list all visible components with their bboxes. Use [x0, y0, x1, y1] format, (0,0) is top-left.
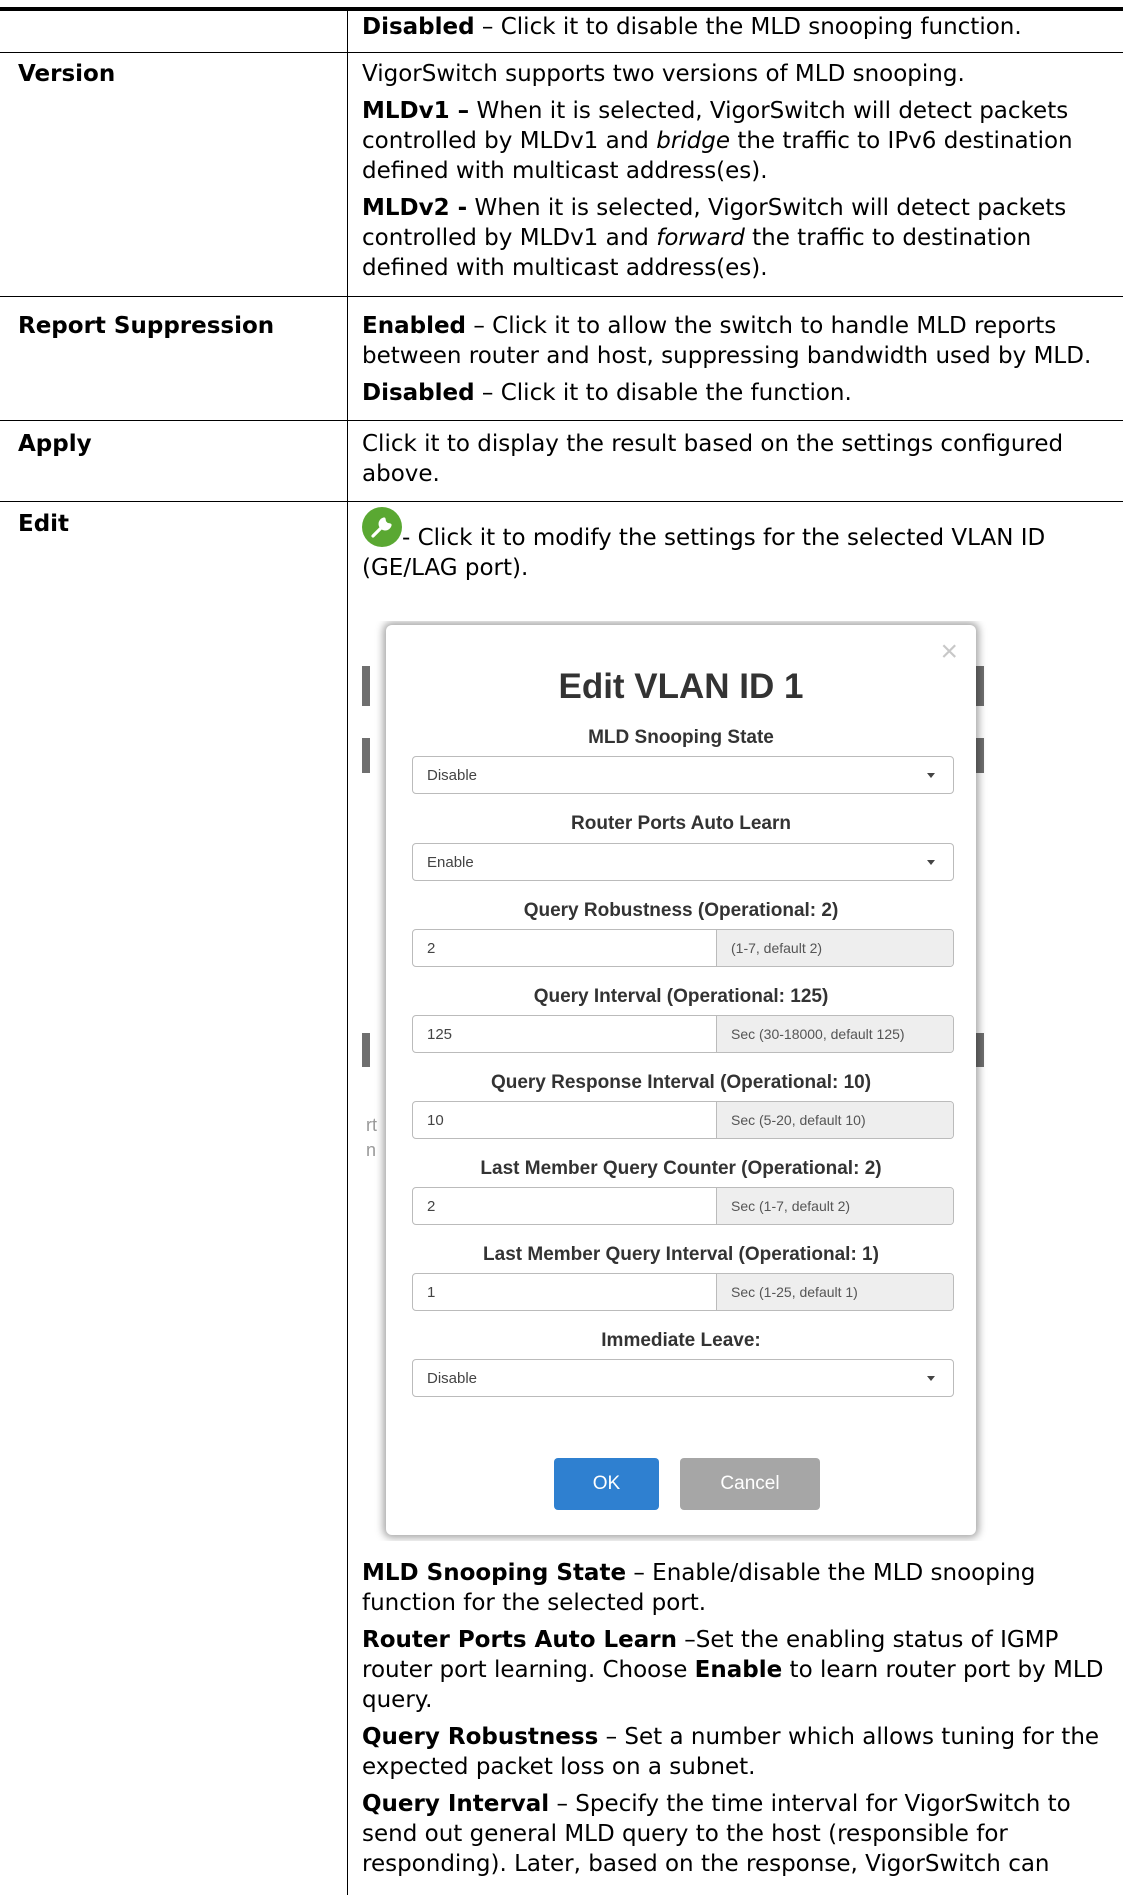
chevron-down-icon [927, 860, 935, 865]
background-bar [362, 738, 370, 773]
desc-auto-learn: Router Ports Auto Learn –Set the enablin… [362, 1627, 1104, 1713]
desc-robustness: Query Robustness – Set a number which al… [362, 1724, 1100, 1780]
edit-field-descriptions: MLD Snooping State – Enable/disable the … [362, 1558, 1112, 1886]
lmq-interval-input[interactable]: 1 Sec (1-25, default 1) [412, 1273, 954, 1311]
desc-query-interval: Query Interval – Specify the time interv… [362, 1791, 1071, 1877]
row-divider [0, 501, 1123, 502]
report-suppression-description: Enabled – Click it to allow the switch t… [362, 313, 1092, 406]
version-intro: VigorSwitch supports two versions of MLD… [362, 61, 965, 87]
modal-title: Edit VLAN ID 1 [558, 667, 804, 706]
background-text: n [366, 1140, 377, 1160]
version-mldv2: MLDv2 - When it is selected, VigorSwitch… [362, 195, 1067, 281]
lmq-interval-hint: Sec (1-25, default 1) [716, 1274, 953, 1310]
snooping-state-label: MLD Snooping State [588, 727, 774, 748]
ok-button[interactable]: OK [554, 1458, 659, 1510]
row-label-version: Version [18, 61, 116, 87]
response-input[interactable]: 10 Sec (5-20, default 10) [412, 1101, 954, 1139]
row-label-report-suppression: Report Suppression [18, 313, 275, 339]
term-disabled: Disabled [362, 14, 475, 40]
row-divider [0, 52, 1123, 53]
apply-description: Click it to display the result based on … [362, 431, 1064, 487]
lmq-counter-input[interactable]: 2 Sec (1-7, default 2) [412, 1187, 954, 1225]
enable-mld-description: Disabled – Click it to disable the MLD s… [362, 14, 1022, 40]
wrench-icon[interactable] [362, 507, 402, 547]
background-text: rt [366, 1115, 377, 1135]
chevron-down-icon [927, 773, 935, 778]
version-mldv1: MLDv1 – When it is selected, VigorSwitch… [362, 98, 1073, 184]
auto-learn-select[interactable]: Enable [412, 843, 954, 881]
interval-hint: Sec (30-18000, default 125) [716, 1016, 953, 1052]
snooping-state-select[interactable]: Disable [412, 756, 954, 794]
row-divider [0, 296, 1123, 297]
settings-table: Disabled – Click it to disable the MLD s… [0, 0, 1123, 1895]
column-divider [347, 8, 348, 1895]
lmq-counter-label: Last Member Query Counter (Operational: … [480, 1158, 882, 1179]
version-description: VigorSwitch supports two versions of MLD… [362, 59, 1112, 290]
lmq-interval-label: Last Member Query Interval (Operational:… [483, 1244, 879, 1265]
desc-snooping-state: MLD Snooping State – Enable/disable the … [362, 1560, 1036, 1616]
row-label-edit: Edit [18, 511, 70, 537]
interval-label: Query Interval (Operational: 125) [533, 986, 829, 1007]
table-top-border [0, 7, 1123, 11]
background-bar [362, 1033, 370, 1067]
response-label: Query Response Interval (Operational: 10… [490, 1072, 872, 1093]
immediate-leave-label: Immediate Leave: [601, 1330, 761, 1351]
interval-input[interactable]: 125 Sec (30-18000, default 125) [412, 1015, 954, 1053]
row-divider [0, 420, 1123, 421]
immediate-leave-select[interactable]: Disable [412, 1359, 954, 1397]
robustness-hint: (1-7, default 2) [716, 930, 953, 966]
chevron-down-icon [927, 1376, 935, 1381]
edit-vlan-screenshot: rt n × Edit VLAN ID 1 MLD Snooping State… [362, 621, 1102, 1541]
manual-page: Disabled – Click it to disable the MLD s… [0, 0, 1123, 1895]
edit-vlan-modal: × Edit VLAN ID 1 MLD Snooping State Disa… [386, 625, 976, 1535]
close-icon[interactable]: × [940, 637, 958, 667]
cancel-button[interactable]: Cancel [680, 1458, 820, 1510]
lmq-counter-hint: Sec (1-7, default 2) [716, 1188, 953, 1224]
robustness-label: Query Robustness (Operational: 2) [523, 900, 839, 921]
robustness-input[interactable]: 2 (1-7, default 2) [412, 929, 954, 967]
background-bar [362, 666, 370, 706]
row-label-apply: Apply [18, 431, 92, 457]
response-hint: Sec (5-20, default 10) [716, 1102, 953, 1138]
auto-learn-label: Router Ports Auto Learn [571, 813, 791, 834]
edit-icon-description: - Click it to modify the settings for th… [362, 507, 1112, 590]
